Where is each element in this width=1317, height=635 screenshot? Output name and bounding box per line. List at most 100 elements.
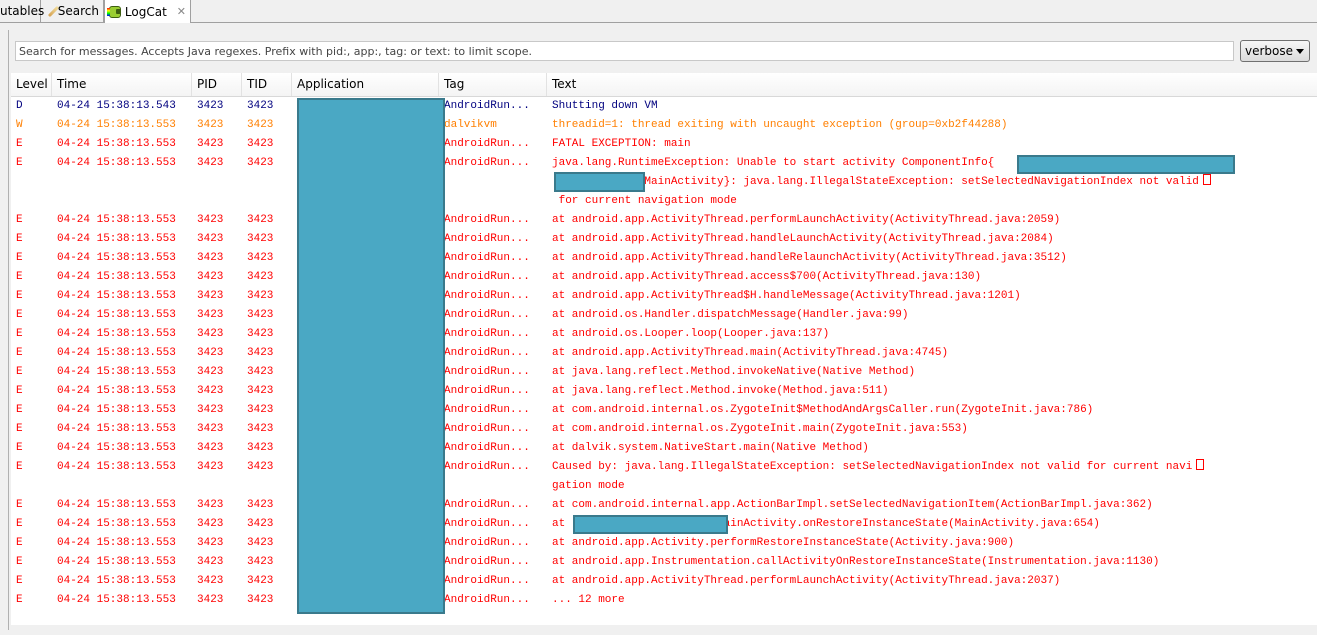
log-message: at android.app.ActivityThread.handleLaun…	[552, 233, 1054, 245]
log-row[interactable]: D 04-24 15:38:13.543 3423 3423 AndroidRun...…	[11, 97, 1317, 116]
log-row[interactable]: E 04-24 15:38:13.553 3423 3423 AndroidRun...…	[11, 572, 1317, 591]
log-level: E	[16, 366, 23, 378]
column-header-time[interactable]: Time	[52, 73, 192, 96]
tab-executables[interactable]: utables	[0, 0, 45, 22]
log-pid: 3423	[197, 157, 224, 169]
log-message: at android.app.Activity.performRestoreIn…	[552, 537, 1015, 549]
log-tid: 3423	[247, 461, 274, 473]
log-tag: AndroidRun...	[444, 271, 530, 283]
column-header-level[interactable]: Level	[11, 73, 52, 96]
log-time: 04-24 15:38:13.553	[57, 366, 176, 378]
log-row[interactable]: E 04-24 15:38:13.553 3423 3423 AndroidRun...…	[11, 135, 1317, 154]
log-row[interactable]: E 04-24 15:38:13.553 3423 3423 AndroidRun...…	[11, 268, 1317, 287]
log-row[interactable]: E 04-24 15:38:13.553 3423 3423 AndroidRun...…	[11, 249, 1317, 268]
log-row[interactable]: E 04-24 15:38:13.553 3423 3423 AndroidRun...…	[11, 439, 1317, 458]
column-header-text[interactable]: Text	[547, 73, 1317, 96]
log-tid: 3423	[247, 385, 274, 397]
search-input[interactable]	[15, 41, 1234, 61]
column-header-tag[interactable]: Tag	[439, 73, 547, 96]
log-row[interactable]: E 04-24 15:38:13.553 3423 3423 AndroidRun...…	[11, 363, 1317, 382]
log-level: E	[16, 594, 23, 606]
column-header-application[interactable]: Application	[292, 73, 439, 96]
log-message: for current navigation mode	[552, 195, 737, 207]
log-row[interactable]: E 04-24 15:38:13.553 3423 3423 AndroidRun...…	[11, 344, 1317, 363]
log-level: D	[16, 100, 23, 112]
log-row[interactable]: E 04-24 15:38:13.553 3423 3423 AndroidRun...…	[11, 230, 1317, 249]
log-level-select[interactable]: verbose	[1240, 40, 1310, 62]
log-tid: 3423	[247, 537, 274, 549]
log-row[interactable]: W 04-24 15:38:13.553 3423 3423 dalvikvm threa…	[11, 116, 1317, 135]
log-time: 04-24 15:38:13.553	[57, 328, 176, 340]
log-time: 04-24 15:38:13.553	[57, 309, 176, 321]
log-level-value: verbose	[1245, 44, 1294, 58]
log-time: 04-24 15:38:13.553	[57, 575, 176, 587]
log-message: at android.os.Handler.dispatchMessage(Ha…	[552, 309, 909, 321]
log-tag: AndroidRun...	[444, 442, 530, 454]
log-level: E	[16, 556, 23, 568]
log-tag: AndroidRun...	[444, 157, 530, 169]
log-tag: AndroidRun...	[444, 575, 530, 587]
log-tag: AndroidRun...	[444, 499, 530, 511]
log-tid: 3423	[247, 100, 274, 112]
log-tag: AndroidRun...	[444, 328, 530, 340]
log-tag: AndroidRun...	[444, 556, 530, 568]
log-row[interactable]: E 04-24 15:38:13.553 3423 3423 AndroidRun...…	[11, 306, 1317, 325]
log-message: at android.app.ActivityThread.access$700…	[552, 271, 982, 283]
log-time: 04-24 15:38:13.553	[57, 537, 176, 549]
log-level: E	[16, 290, 23, 302]
log-row[interactable]: E 04-24 15:38:13.553 3423 3423 AndroidRun...…	[11, 325, 1317, 344]
log-tag: AndroidRun...	[444, 233, 530, 245]
tab-search[interactable]: Search	[41, 0, 104, 22]
log-level: E	[16, 537, 23, 549]
log-message: at android.app.Instrumentation.callActiv…	[552, 556, 1160, 568]
log-row[interactable]: E 04-24 15:38:13.553 3423 3423 AndroidRun...…	[11, 591, 1317, 610]
log-row[interactable]: E 04-24 15:38:13.553 3423 3423 AndroidRun...…	[11, 382, 1317, 401]
log-tag: AndroidRun...	[444, 423, 530, 435]
log-message: Shutting down VM	[552, 100, 658, 112]
log-pid: 3423	[197, 385, 224, 397]
log-tid: 3423	[247, 575, 274, 587]
log-pid: 3423	[197, 442, 224, 454]
log-row[interactable]: E 04-24 15:38:13.553 3423 3423 AndroidRun...…	[11, 534, 1317, 553]
log-row[interactable]: E 04-24 15:38:13.553 3423 3423 AndroidRun...…	[11, 496, 1317, 515]
column-header-pid[interactable]: PID	[192, 73, 242, 96]
log-time: 04-24 15:38:13.553	[57, 119, 176, 131]
log-level: E	[16, 214, 23, 226]
logcat-icon	[107, 5, 121, 18]
log-message: at android.app.ActivityThread.performLau…	[552, 575, 1061, 587]
log-row[interactable]: E 04-24 15:38:13.553 3423 3423 AndroidRun...…	[11, 458, 1317, 496]
log-row[interactable]: E 04-24 15:38:13.553 3423 3423 AndroidRun...…	[11, 211, 1317, 230]
log-pid: 3423	[197, 290, 224, 302]
log-row[interactable]: E 04-24 15:38:13.553 3423 3423 AndroidRun...…	[11, 553, 1317, 572]
log-time: 04-24 15:38:13.553	[57, 271, 176, 283]
log-pid: 3423	[197, 556, 224, 568]
log-row[interactable]: E 04-24 15:38:13.553 3423 3423 AndroidRun...…	[11, 401, 1317, 420]
log-message: at android.os.Looper.loop(Looper.java:13…	[552, 328, 830, 340]
chevron-down-icon	[1296, 49, 1304, 54]
log-tid: 3423	[247, 594, 274, 606]
log-time: 04-24 15:38:13.553	[57, 442, 176, 454]
log-level: E	[16, 442, 23, 454]
tab-label: utables	[0, 4, 45, 18]
log-tid: 3423	[247, 556, 274, 568]
log-pid: 3423	[197, 518, 224, 530]
log-tag: AndroidRun...	[444, 518, 530, 530]
log-pid: 3423	[197, 271, 224, 283]
redacted-package-name	[573, 515, 728, 534]
log-tid: 3423	[247, 366, 274, 378]
log-tid: 3423	[247, 233, 274, 245]
tab-logcat[interactable]: LogCat ✕	[104, 0, 191, 23]
log-tag: AndroidRun...	[444, 594, 530, 606]
log-level: E	[16, 423, 23, 435]
log-tid: 3423	[247, 309, 274, 321]
log-time: 04-24 15:38:13.553	[57, 499, 176, 511]
log-tag: AndroidRun...	[444, 138, 530, 150]
log-message: at android.app.ActivityThread.performLau…	[552, 214, 1061, 226]
column-header-tid[interactable]: TID	[242, 73, 292, 96]
log-time: 04-24 15:38:13.553	[57, 290, 176, 302]
log-row[interactable]: E 04-24 15:38:13.553 3423 3423 AndroidRun...…	[11, 287, 1317, 306]
log-row[interactable]: E 04-24 15:38:13.553 3423 3423 AndroidRun...…	[11, 420, 1317, 439]
log-tag: dalvikvm	[444, 119, 497, 131]
log-time: 04-24 15:38:13.553	[57, 461, 176, 473]
close-icon[interactable]: ✕	[177, 5, 186, 18]
